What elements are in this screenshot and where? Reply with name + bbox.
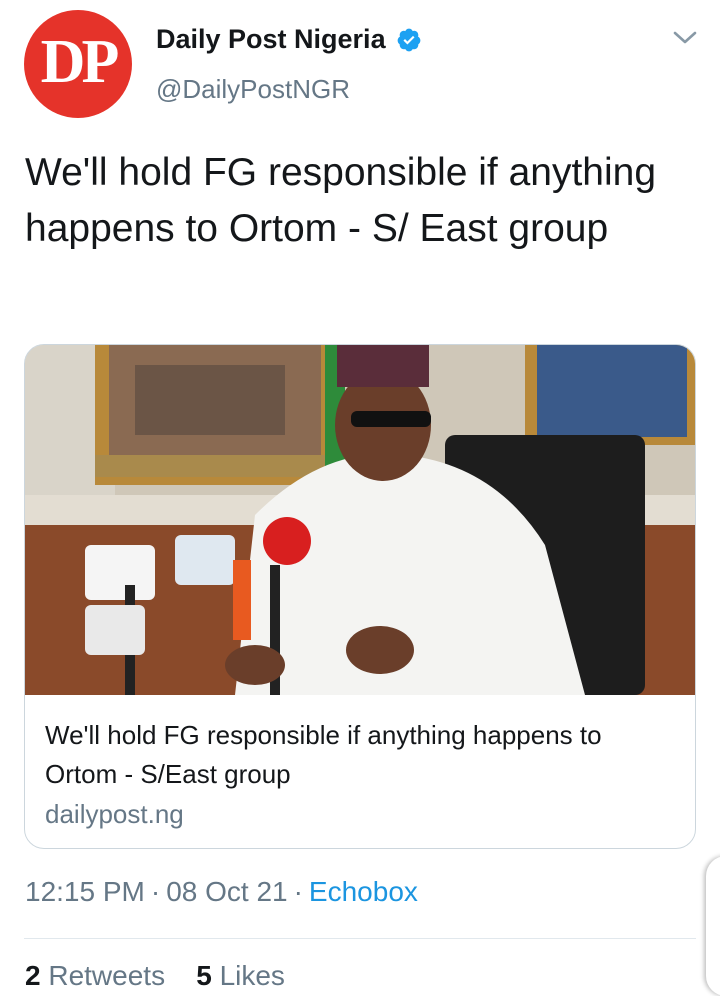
link-card[interactable]: We'll hold FG responsible if anything ha… [24,344,696,849]
floating-action-edge[interactable] [706,856,720,996]
tweet-text: We'll hold FG responsible if anything ha… [25,151,657,250]
account-handle[interactable]: @DailyPostNGR [156,74,350,105]
card-title[interactable]: We'll hold FG responsible if anything ha… [45,716,675,794]
account-name-row[interactable]: Daily Post Nigeria [156,24,422,55]
tweet-time[interactable]: 12:15 PM [25,876,145,907]
tweet-date[interactable]: 08 Oct 21 [166,876,287,907]
avatar-text: DP [40,28,120,96]
verified-badge-icon [397,28,420,51]
chevron-down-icon[interactable] [672,28,698,48]
engagement-stats: 2 Retweets 5 Likes [25,960,285,992]
card-image[interactable] [25,345,695,695]
divider [24,938,696,939]
tweet-source[interactable]: Echobox [309,876,418,907]
card-domain[interactable]: dailypost.ng [45,799,184,830]
account-name[interactable]: Daily Post Nigeria [156,24,386,55]
tweet-meta: 12:15 PM · 08 Oct 21 · Echobox [25,876,418,907]
avatar[interactable]: DP [24,10,132,118]
